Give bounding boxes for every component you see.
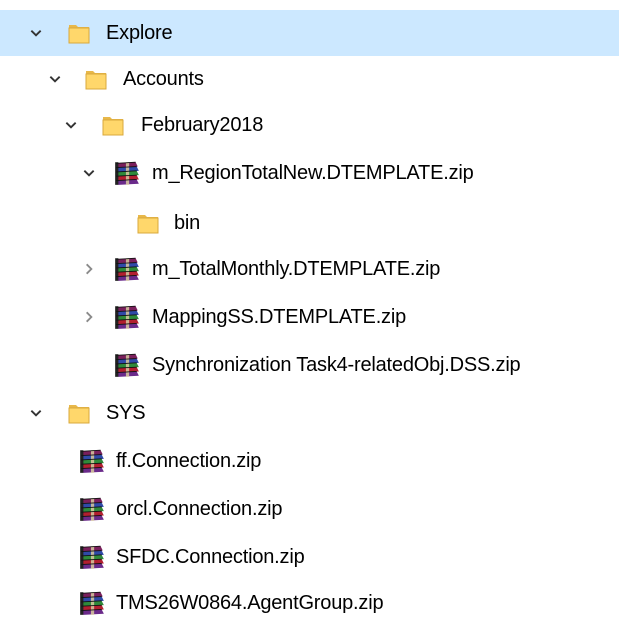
navigation-tree: Explore Accounts February2018 m_RegionTo… (0, 0, 619, 623)
folder-icon (101, 102, 125, 148)
winrar-archive-icon (78, 438, 106, 484)
tree-item-m-regiontotalnew[interactable]: m_RegionTotalNew.DTEMPLATE.zip (0, 150, 619, 196)
tree-item-bin[interactable]: bin (0, 200, 619, 246)
tree-item-label: SYS (106, 402, 146, 424)
tree-item-orcl-connection[interactable]: orcl.Connection.zip (0, 486, 619, 532)
tree-item-label: m_RegionTotalNew.DTEMPLATE.zip (152, 162, 474, 184)
chevron-down-icon[interactable] (26, 390, 46, 436)
tree-item-label: MappingSS.DTEMPLATE.zip (152, 306, 407, 328)
tree-item-label: m_TotalMonthly.DTEMPLATE.zip (152, 258, 441, 280)
winrar-archive-icon (113, 342, 141, 388)
tree-item-ff-connection[interactable]: ff.Connection.zip (0, 438, 619, 484)
tree-item-explore[interactable]: Explore (0, 10, 619, 56)
tree-item-label: bin (174, 212, 201, 234)
tree-item-label: TMS26W0864.AgentGroup.zip (116, 592, 384, 614)
tree-item-label: ff.Connection.zip (116, 450, 262, 472)
chevron-right-icon[interactable] (79, 294, 99, 340)
tree-item-sfdc-connection[interactable]: SFDC.Connection.zip (0, 534, 619, 580)
tree-item-february2018[interactable]: February2018 (0, 102, 619, 148)
chevron-down-icon[interactable] (26, 10, 46, 56)
folder-icon (84, 56, 108, 102)
tree-item-sys[interactable]: SYS (0, 390, 619, 436)
winrar-archive-icon (113, 294, 141, 340)
tree-item-tms26w0864-agentgroup[interactable]: TMS26W0864.AgentGroup.zip (0, 580, 619, 623)
tree-item-label: February2018 (141, 114, 264, 136)
folder-icon (136, 200, 160, 246)
winrar-archive-icon (113, 150, 141, 196)
tree-item-label: SFDC.Connection.zip (116, 546, 305, 568)
chevron-down-icon[interactable] (79, 150, 99, 196)
folder-icon (67, 390, 91, 436)
tree-item-label: Explore (106, 22, 173, 44)
tree-item-synchronization-task4[interactable]: Synchronization Task4-relatedObj.DSS.zip (0, 342, 619, 388)
winrar-archive-icon (78, 486, 106, 532)
winrar-archive-icon (78, 580, 106, 623)
winrar-archive-icon (78, 534, 106, 580)
chevron-down-icon[interactable] (61, 102, 81, 148)
folder-icon (67, 10, 91, 56)
winrar-archive-icon (113, 246, 141, 292)
chevron-right-icon[interactable] (79, 246, 99, 292)
tree-item-label: orcl.Connection.zip (116, 498, 283, 520)
tree-item-label: Synchronization Task4-relatedObj.DSS.zip (152, 354, 521, 376)
tree-item-mappingss[interactable]: MappingSS.DTEMPLATE.zip (0, 294, 619, 340)
tree-item-m-totalmonthly[interactable]: m_TotalMonthly.DTEMPLATE.zip (0, 246, 619, 292)
chevron-down-icon[interactable] (45, 56, 65, 102)
tree-item-label: Accounts (123, 68, 204, 90)
tree-item-accounts[interactable]: Accounts (0, 56, 619, 102)
